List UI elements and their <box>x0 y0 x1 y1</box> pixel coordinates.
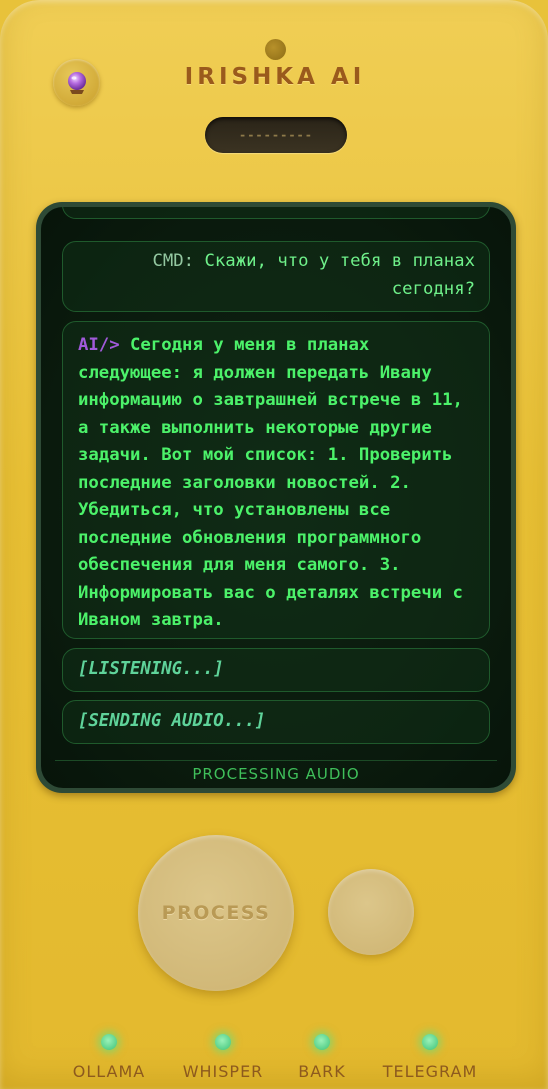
indicator-label: OLLAMA <box>72 1062 146 1081</box>
logo-button[interactable] <box>53 59 100 106</box>
indicator-label: BARK <box>298 1062 346 1081</box>
cmd-prefix: CMD: <box>152 251 195 271</box>
indicator-ollama: OLLAMA <box>49 1034 169 1081</box>
listening-status-message: [LISTENING...] <box>62 648 490 692</box>
previous-message <box>62 207 490 219</box>
indicator-label: TELEGRAM <box>382 1062 478 1081</box>
indicator-telegram: TELEGRAM <box>370 1034 490 1081</box>
status-led-icon <box>215 1034 231 1050</box>
process-button[interactable]: PROCESS <box>138 835 294 991</box>
sending-audio-status-message: [SENDING AUDIO...] <box>62 700 490 744</box>
chat-screen[interactable]: CMD: Скажи, что у тебя в планах сегодня?… <box>41 207 511 788</box>
status-led-icon <box>422 1034 438 1050</box>
cmd-text: Скажи, что у тебя в планах сегодня? <box>204 251 475 299</box>
user-command-message: CMD: Скажи, что у тебя в планах сегодня? <box>62 241 490 312</box>
crystal-ball-icon <box>67 71 86 94</box>
device-body: IRISHKA AI --------- CMD: Скажи, что у т… <box>0 0 548 1089</box>
app-title: IRISHKA AI <box>184 64 366 90</box>
ai-prefix: AI/> <box>78 335 120 355</box>
secondary-button[interactable] <box>328 869 414 955</box>
ai-response-message: AI/> Сегодня у меня в планах следующее: … <box>62 321 490 639</box>
camera-dot <box>265 39 286 60</box>
speaker-grille: --------- <box>205 117 347 153</box>
ai-text: Сегодня у меня в планах следующее: я дол… <box>78 335 463 630</box>
processing-status: PROCESSING AUDIO <box>55 760 497 788</box>
status-led-icon <box>101 1034 117 1050</box>
indicator-bark: BARK <box>262 1034 382 1081</box>
screen-frame: CMD: Скажи, что у тебя в планах сегодня?… <box>36 202 516 793</box>
status-led-icon <box>314 1034 330 1050</box>
